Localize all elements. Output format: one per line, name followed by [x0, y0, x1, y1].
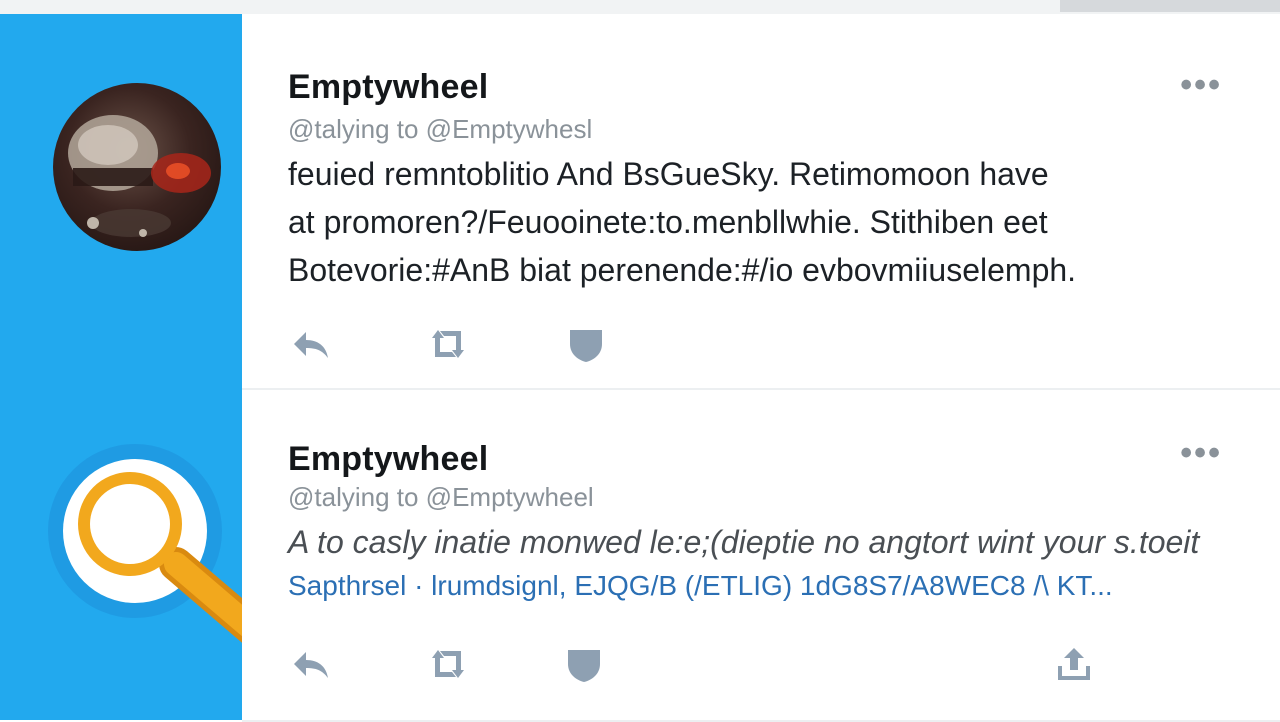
- tweet-text-line: Botevorie:#AnB biat perenende:#/io evbov…: [288, 252, 1077, 288]
- retweet-icon[interactable]: [426, 644, 470, 684]
- tweet-link-line[interactable]: Sapthrsel · lrumdsignl, EJQG/B (/ETLIG) …: [288, 570, 1113, 602]
- tweet-reply-context[interactable]: @talying to @Emptywhesl: [288, 114, 592, 145]
- more-dots-icon[interactable]: •••: [1180, 68, 1222, 102]
- tweet-card[interactable]: Emptywheel @talying to @Emptywheel ••• A…: [242, 390, 1280, 722]
- browser-top-bar: [0, 0, 1280, 14]
- share-icon[interactable]: [1052, 644, 1096, 684]
- tweet-card[interactable]: Emptywheel @talying to @Emptywhesl ••• f…: [242, 14, 1280, 390]
- tweet-author[interactable]: Emptywheel: [288, 68, 488, 107]
- tweet-reply-context[interactable]: @talying to @Emptywheel: [288, 482, 594, 513]
- tweet-text-line: at promoren?/Feuooinete:to.menbllwhie. S…: [288, 204, 1048, 240]
- sidebar: [0, 14, 317, 720]
- tweet-text-line: A to casly inatie monwed le:e;(dieptie n…: [288, 524, 1200, 560]
- reply-icon[interactable]: [288, 324, 332, 364]
- avatar[interactable]: [53, 83, 221, 251]
- browser-tab[interactable]: [1060, 0, 1280, 12]
- shield-icon[interactable]: [562, 644, 606, 684]
- shield-icon[interactable]: [564, 324, 608, 364]
- tweet-text-line: feuied remntoblitio And BsGueSky. Retimo…: [288, 156, 1049, 192]
- tweet-feed: Emptywheel @talying to @Emptywhesl ••• f…: [242, 14, 1280, 722]
- tweet-author[interactable]: Emptywheel: [288, 440, 488, 479]
- retweet-icon[interactable]: [426, 324, 470, 364]
- avatar-photo-icon: [68, 115, 211, 237]
- more-dots-icon[interactable]: •••: [1180, 436, 1222, 470]
- reply-icon[interactable]: [288, 644, 332, 684]
